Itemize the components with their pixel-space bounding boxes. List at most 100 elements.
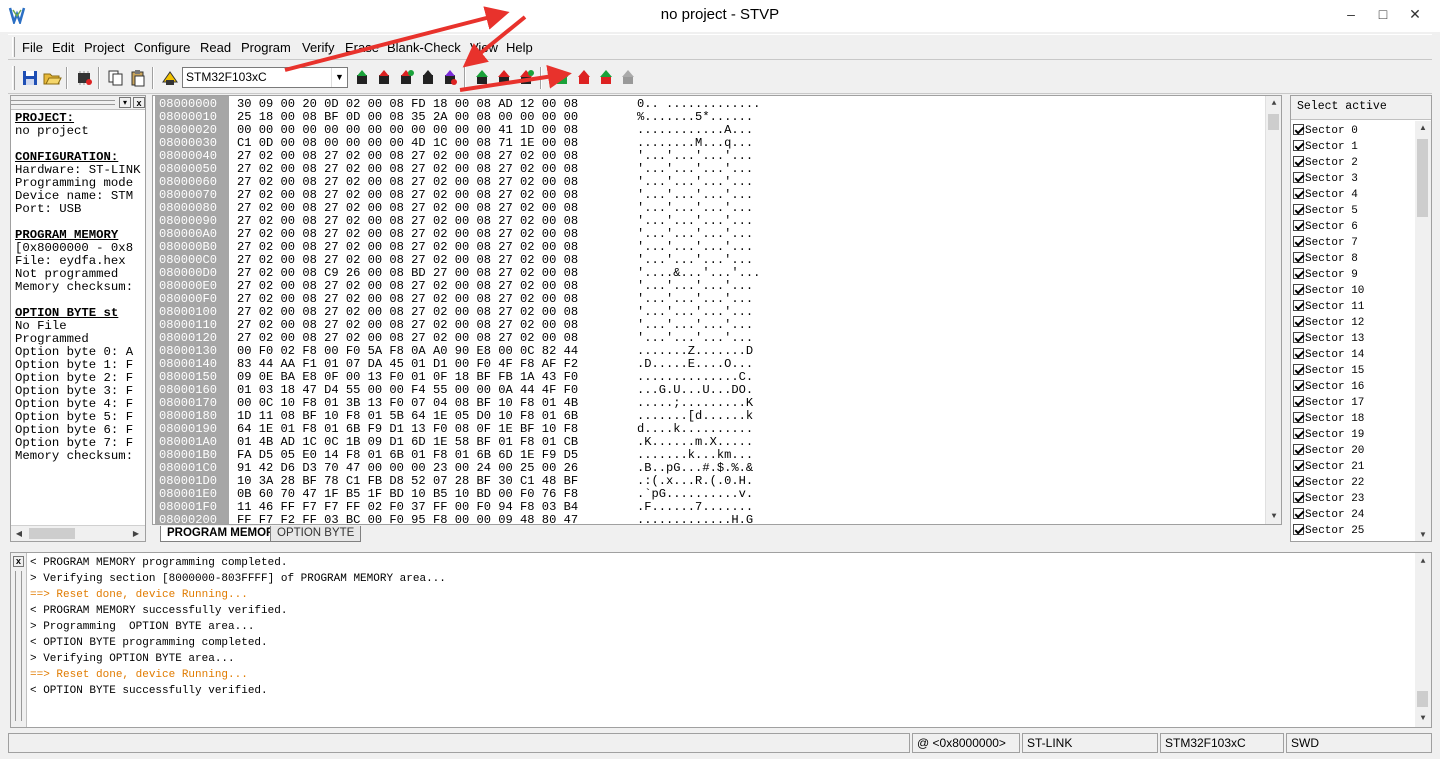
checkbox-checked-icon[interactable] xyxy=(1293,508,1304,519)
scroll-thumb[interactable] xyxy=(29,528,75,539)
checkbox-checked-icon[interactable] xyxy=(1293,284,1304,295)
checkbox-checked-icon[interactable] xyxy=(1293,348,1304,359)
scroll-down-icon[interactable]: ▼ xyxy=(1415,714,1431,723)
sector-item[interactable]: Sector 17 xyxy=(1293,395,1364,411)
device-select[interactable]: STM32F103xC ▼ xyxy=(182,67,348,88)
log-vertical-scrollbar[interactable]: ▲ ▼ xyxy=(1415,553,1431,727)
scroll-down-icon[interactable]: ▼ xyxy=(1266,512,1281,521)
sector-item[interactable]: Sector 20 xyxy=(1293,443,1364,459)
sector-item[interactable]: Sector 16 xyxy=(1293,379,1364,395)
scroll-up-icon[interactable]: ▲ xyxy=(1266,99,1281,108)
scroll-thumb[interactable] xyxy=(1417,139,1428,217)
menu-help[interactable]: Help xyxy=(506,40,533,55)
hex-vertical-scrollbar[interactable]: ▲ ▼ xyxy=(1265,96,1281,524)
sector-item[interactable]: Sector 11 xyxy=(1293,299,1364,315)
sector-item[interactable]: Sector 14 xyxy=(1293,347,1364,363)
open-icon[interactable] xyxy=(42,68,62,88)
menu-configure[interactable]: Configure xyxy=(134,40,190,55)
sector-item[interactable]: Sector 0 xyxy=(1293,123,1358,139)
sector-item[interactable]: Sector 1 xyxy=(1293,139,1358,155)
scroll-thumb[interactable] xyxy=(1268,114,1279,130)
menu-verify[interactable]: Verify xyxy=(302,40,335,55)
checkbox-checked-icon[interactable] xyxy=(1293,156,1304,167)
scroll-right-icon[interactable]: ▶ xyxy=(128,529,144,538)
checkbox-checked-icon[interactable] xyxy=(1293,444,1304,455)
erase-icon[interactable] xyxy=(596,68,616,88)
save-icon[interactable] xyxy=(20,68,40,88)
checkbox-checked-icon[interactable] xyxy=(1293,524,1304,535)
sector-item[interactable]: Sector 9 xyxy=(1293,267,1358,283)
scroll-up-icon[interactable]: ▲ xyxy=(1415,123,1431,132)
copy-icon[interactable] xyxy=(106,68,126,88)
sector-item[interactable]: Sector 8 xyxy=(1293,251,1358,267)
checkbox-checked-icon[interactable] xyxy=(1293,124,1304,135)
verify-current-icon[interactable] xyxy=(574,68,594,88)
checkbox-checked-icon[interactable] xyxy=(1293,396,1304,407)
read-verify-icon[interactable] xyxy=(440,68,460,88)
menu-program[interactable]: Program xyxy=(241,40,291,55)
device-icon[interactable] xyxy=(160,68,180,88)
chip-icon[interactable] xyxy=(74,68,94,88)
checkbox-checked-icon[interactable] xyxy=(1293,412,1304,423)
menu-read[interactable]: Read xyxy=(200,40,231,55)
read-option-icon[interactable] xyxy=(418,68,438,88)
checkbox-checked-icon[interactable] xyxy=(1293,492,1304,503)
menu-edit[interactable]: Edit xyxy=(52,40,74,55)
checkbox-checked-icon[interactable] xyxy=(1293,364,1304,375)
checkbox-checked-icon[interactable] xyxy=(1293,220,1304,231)
sector-item[interactable]: Sector 24 xyxy=(1293,507,1364,523)
blank-check-icon[interactable] xyxy=(618,68,638,88)
menu-view[interactable]: View xyxy=(470,40,498,55)
menu-erase[interactable]: Erase xyxy=(345,40,379,55)
menu-blank-check[interactable]: Blank-Check xyxy=(387,40,461,55)
tab-option-byte[interactable]: OPTION BYTE xyxy=(270,526,362,542)
sector-item[interactable]: Sector 12 xyxy=(1293,315,1364,331)
paste-icon[interactable] xyxy=(128,68,148,88)
sector-item[interactable]: Sector 23 xyxy=(1293,491,1364,507)
checkbox-checked-icon[interactable] xyxy=(1293,316,1304,327)
scroll-left-icon[interactable]: ◀ xyxy=(11,529,27,538)
checkbox-checked-icon[interactable] xyxy=(1293,428,1304,439)
scroll-thumb[interactable] xyxy=(1417,691,1428,707)
sector-item[interactable]: Sector 19 xyxy=(1293,427,1364,443)
menu-project[interactable]: Project xyxy=(84,40,124,55)
left-horizontal-scrollbar[interactable]: ◀ ▶ xyxy=(11,525,145,541)
checkbox-checked-icon[interactable] xyxy=(1293,188,1304,199)
sector-item[interactable]: Sector 15 xyxy=(1293,363,1364,379)
hex-memory-view[interactable]: 08000000 30 09 00 20 0D 02 00 08 FD 18 00… xyxy=(152,95,1282,525)
checkbox-checked-icon[interactable] xyxy=(1293,252,1304,263)
scroll-down-icon[interactable]: ▼ xyxy=(1415,530,1431,539)
program-current-icon[interactable] xyxy=(494,68,514,88)
sector-item[interactable]: Sector 3 xyxy=(1293,171,1358,187)
checkbox-checked-icon[interactable] xyxy=(1293,172,1304,183)
chevron-down-icon[interactable]: ▼ xyxy=(331,68,347,87)
checkbox-checked-icon[interactable] xyxy=(1293,332,1304,343)
checkbox-checked-icon[interactable] xyxy=(1293,140,1304,151)
sector-item[interactable]: Sector 13 xyxy=(1293,331,1364,347)
sector-item[interactable]: Sector 6 xyxy=(1293,219,1358,235)
panel-close-icon[interactable]: x xyxy=(133,97,145,108)
sector-item[interactable]: Sector 4 xyxy=(1293,187,1358,203)
checkbox-checked-icon[interactable] xyxy=(1293,204,1304,215)
read-icon[interactable] xyxy=(352,68,372,88)
sector-item[interactable]: Sector 18 xyxy=(1293,411,1364,427)
sector-item[interactable]: Sector 25 xyxy=(1293,523,1364,539)
verify-icon[interactable] xyxy=(552,68,572,88)
sector-item[interactable]: Sector 7 xyxy=(1293,235,1358,251)
sector-item[interactable]: Sector 2 xyxy=(1293,155,1358,171)
program-icon[interactable] xyxy=(472,68,492,88)
log-close-icon[interactable]: x xyxy=(13,556,24,567)
checkbox-checked-icon[interactable] xyxy=(1293,236,1304,247)
scroll-up-icon[interactable]: ▲ xyxy=(1415,557,1431,566)
sector-item[interactable]: Sector 5 xyxy=(1293,203,1358,219)
sector-item[interactable]: Sector 22 xyxy=(1293,475,1364,491)
sector-item[interactable]: Sector 21 xyxy=(1293,459,1364,475)
hex-bytes[interactable]: FF F7 F2 FF 03 BC 00 F0 95 F8 00 00 09 4… xyxy=(237,514,578,525)
menu-file[interactable]: File xyxy=(22,40,43,55)
panel-menu-icon[interactable]: ▾ xyxy=(119,97,131,108)
checkbox-checked-icon[interactable] xyxy=(1293,460,1304,471)
read-current-icon[interactable] xyxy=(374,68,394,88)
sector-vertical-scrollbar[interactable]: ▲ ▼ xyxy=(1415,121,1431,541)
read-all-icon[interactable] xyxy=(396,68,416,88)
checkbox-checked-icon[interactable] xyxy=(1293,300,1304,311)
